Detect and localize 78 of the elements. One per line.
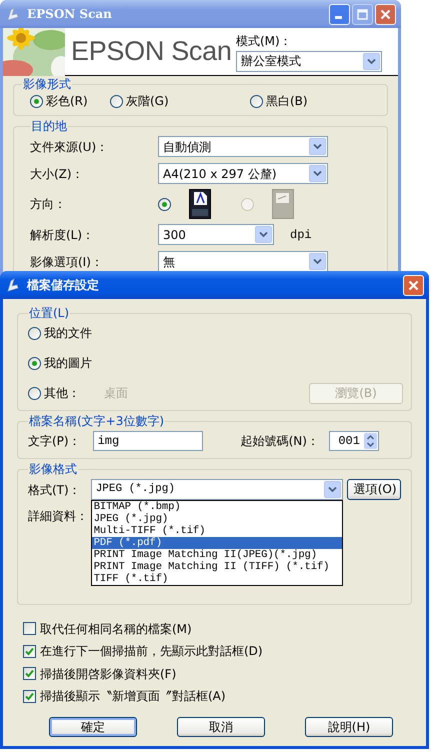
spinner-arrows-icon <box>364 433 377 450</box>
radio-button[interactable] <box>28 356 41 370</box>
radio-label: 灰階(G) <box>126 93 169 110</box>
field-label: 文件來源(U)： <box>30 138 110 156</box>
radio-button[interactable] <box>110 94 123 108</box>
dropdown-option[interactable]: PRINT Image Matching II (TIFF) (*.tif) <box>92 561 342 574</box>
dialog-button[interactable]: 取消 <box>177 717 265 738</box>
dropdown-option[interactable]: Multi-TIFF (*.tif) <box>92 525 342 538</box>
landscape-page-icon <box>272 189 294 220</box>
dropdown[interactable]: 300 <box>158 224 274 246</box>
field-label: 詳細資料： <box>28 508 88 525</box>
checkbox[interactable] <box>23 622 36 636</box>
field-label: 影像選項(I)： <box>30 254 104 271</box>
field-label: 方向： <box>30 196 67 214</box>
radio-button[interactable] <box>28 386 41 400</box>
window-title: EPSON Scan <box>27 6 113 23</box>
field-label: 格式(T)： <box>28 482 81 499</box>
portrait-page-icon <box>189 189 211 220</box>
dialog-button[interactable]: 確定 <box>49 717 137 738</box>
dropdown-option[interactable]: PRINT Image Matching II(JPEG)(*.jpg) <box>92 549 342 562</box>
minimize-button[interactable] <box>329 4 350 24</box>
close-button[interactable] <box>375 4 396 24</box>
close-button[interactable] <box>403 274 424 296</box>
chevron-down-icon <box>259 231 268 238</box>
chevron-down-icon <box>313 258 322 266</box>
radio-label: 其他： <box>44 385 80 402</box>
scanner-icon <box>5 277 21 293</box>
dropdown-option[interactable]: JPEG (*.jpg) <box>92 513 342 526</box>
radio-button[interactable] <box>158 198 171 211</box>
close-icon <box>408 280 419 290</box>
checkbox-label: 在進行下一個掃描前，先顯示此對話框(D) <box>40 643 263 660</box>
field-label: 起始號碼(N)： <box>240 433 319 450</box>
field-label: 解析度(L)： <box>30 226 96 244</box>
chevron-down-icon <box>367 58 376 64</box>
dropdown[interactable]: A4(210 x 297 公釐) <box>158 163 328 184</box>
dropdown-option[interactable]: BITMAP (*.bmp) <box>92 501 342 514</box>
dropdown[interactable]: 自動偵測 <box>158 136 328 158</box>
dialog-button[interactable]: 說明(H) <box>305 717 393 738</box>
checkbox[interactable] <box>23 690 36 703</box>
group-title: 影像格式 <box>28 463 78 477</box>
radio-label: 彩色(R) <box>46 93 88 110</box>
checkbox[interactable] <box>23 644 36 658</box>
scanner-icon <box>5 6 21 22</box>
dropdown[interactable]: JPEG (*.jpg) <box>90 479 343 500</box>
chevron-down-icon <box>313 143 322 150</box>
dropdown-option[interactable]: TIFF (*.tif) <box>92 573 342 586</box>
chevron-down-icon <box>328 486 337 494</box>
field-label: 大小(Z)： <box>30 166 85 183</box>
checkbox-label: 掃描後開啓影像資料夾(F) <box>40 666 176 683</box>
group-title: 影像形式 <box>22 78 72 92</box>
path-text: 桌面 <box>104 385 128 402</box>
unit-label: dpi <box>290 226 312 244</box>
logo-text: EPSON Scan <box>71 35 232 68</box>
radio-button[interactable] <box>28 326 41 340</box>
checkbox[interactable] <box>23 667 36 680</box>
field-label: 文字(P)： <box>28 433 81 450</box>
group-title: 檔案名稱(文字+3位數字) <box>28 415 166 428</box>
dropdown[interactable]: 無 <box>158 251 328 272</box>
checkbox-label: 取代任何相同名稱的檔案(M) <box>40 620 192 638</box>
dropdown[interactable]: 辦公室模式 <box>236 50 382 72</box>
window-title: 檔案儲存設定 <box>27 277 100 294</box>
radio-button[interactable] <box>30 94 43 108</box>
group-title: 目的地 <box>30 120 68 134</box>
radio-label: 黑白(B) <box>266 93 308 110</box>
maximize-icon <box>357 8 368 20</box>
chevron-down-icon <box>313 170 322 178</box>
close-icon <box>380 8 391 20</box>
radio-label: 我的圖片 <box>44 355 92 372</box>
mode-label: 模式(M)： <box>236 32 293 50</box>
options-button[interactable]: 選項(O) <box>346 479 401 500</box>
group-title: 位置(L) <box>28 307 70 320</box>
radio-button[interactable] <box>250 94 263 108</box>
minimize-icon <box>335 16 342 18</box>
radio-label: 我的文件 <box>44 325 92 342</box>
number-spinner[interactable]: 001 <box>328 431 379 452</box>
checkbox-label: 掃描後顯示〝新增頁面〞對話框(A) <box>40 688 226 706</box>
text-field[interactable]: img <box>92 431 203 452</box>
dropdown-option[interactable]: PDF (*.pdf) <box>92 537 342 550</box>
